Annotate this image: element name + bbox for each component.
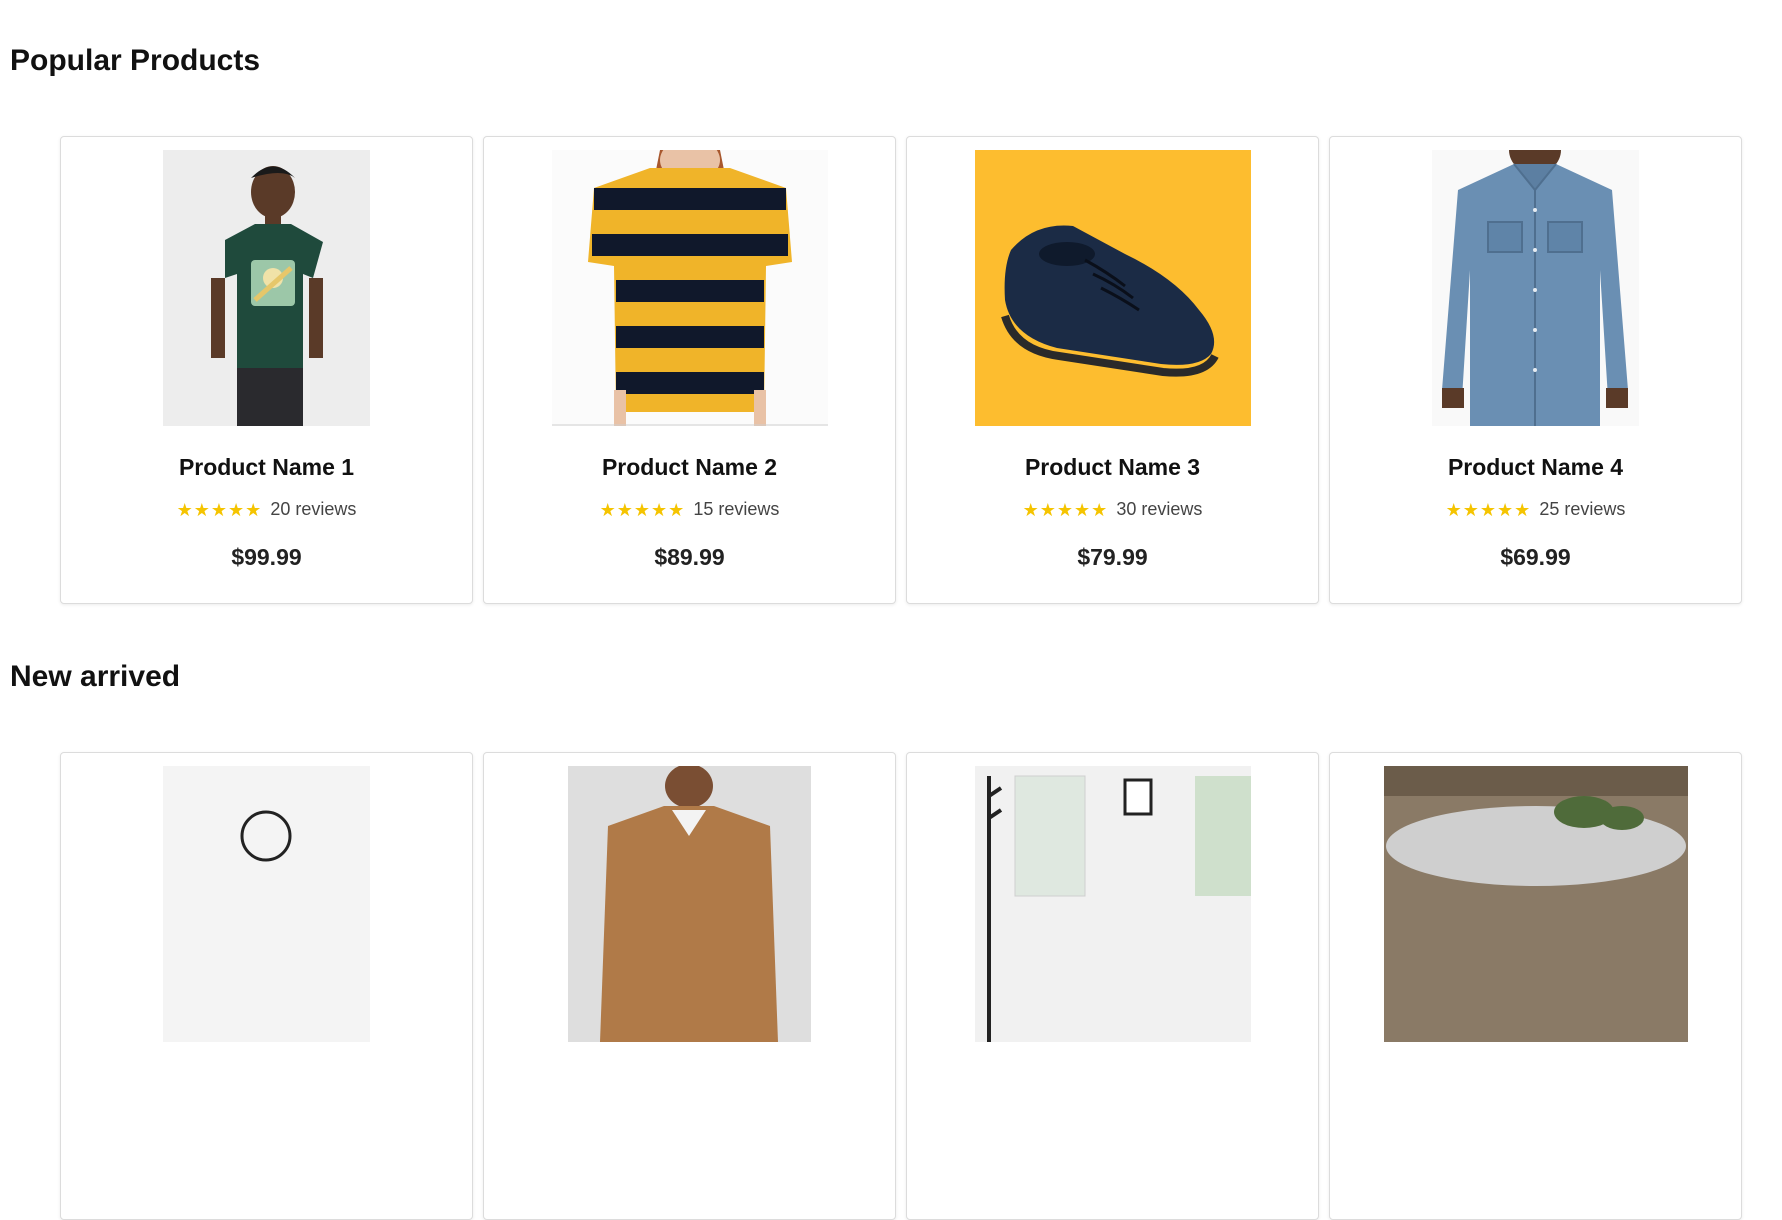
star-rating-icon: ★★★★★: [176, 499, 263, 520]
review-count: 25 reviews: [1539, 499, 1626, 519]
product-image[interactable]: [1383, 766, 1688, 1042]
product-image[interactable]: [163, 766, 370, 1042]
product-name[interactable]: Product Name 3: [1025, 454, 1200, 481]
product-name[interactable]: Product Name 4: [1448, 454, 1623, 481]
product-card[interactable]: [906, 752, 1319, 1220]
product-card[interactable]: Product Name 2 ★★★★★ 15 reviews $89.99: [483, 136, 896, 604]
product-image[interactable]: [974, 766, 1251, 1042]
product-card[interactable]: Product Name 4 ★★★★★ 25 reviews $69.99: [1329, 136, 1742, 604]
product-rating: ★★★★★ 20 reviews: [177, 499, 357, 520]
product-price: $69.99: [1500, 544, 1571, 570]
product-name[interactable]: Product Name 2: [602, 454, 777, 481]
product-card[interactable]: [1329, 752, 1742, 1220]
product-image[interactable]: [1432, 150, 1639, 426]
product-card[interactable]: Product Name 1 ★★★★★ 20 reviews $99.99: [60, 136, 473, 604]
product-price: $79.99: [1077, 544, 1148, 570]
product-rating: ★★★★★ 25 reviews: [1446, 499, 1626, 520]
star-rating-icon: ★★★★★: [599, 499, 686, 520]
product-price: $99.99: [231, 544, 302, 570]
review-count: 20 reviews: [270, 499, 357, 519]
review-count: 30 reviews: [1116, 499, 1203, 519]
product-image[interactable]: [974, 150, 1251, 426]
product-rating: ★★★★★ 15 reviews: [600, 499, 780, 520]
product-card[interactable]: [483, 752, 896, 1220]
product-rating: ★★★★★ 30 reviews: [1023, 499, 1203, 520]
star-rating-icon: ★★★★★: [1445, 499, 1532, 520]
product-image[interactable]: [568, 766, 811, 1042]
popular-products-grid: Product Name 1 ★★★★★ 20 reviews $99.99 P…: [60, 136, 1742, 604]
star-rating-icon: ★★★★★: [1022, 499, 1109, 520]
product-price: $89.99: [654, 544, 725, 570]
product-image[interactable]: [163, 150, 370, 426]
review-count: 15 reviews: [693, 499, 780, 519]
section-title-new-arrived: New arrived: [10, 660, 181, 693]
product-card[interactable]: Product Name 3 ★★★★★ 30 reviews $79.99: [906, 136, 1319, 604]
product-image[interactable]: [551, 150, 828, 426]
section-title-popular: Popular Products: [10, 44, 261, 77]
new-arrived-grid: [60, 752, 1742, 1220]
product-card[interactable]: [60, 752, 473, 1220]
product-name[interactable]: Product Name 1: [179, 454, 354, 481]
